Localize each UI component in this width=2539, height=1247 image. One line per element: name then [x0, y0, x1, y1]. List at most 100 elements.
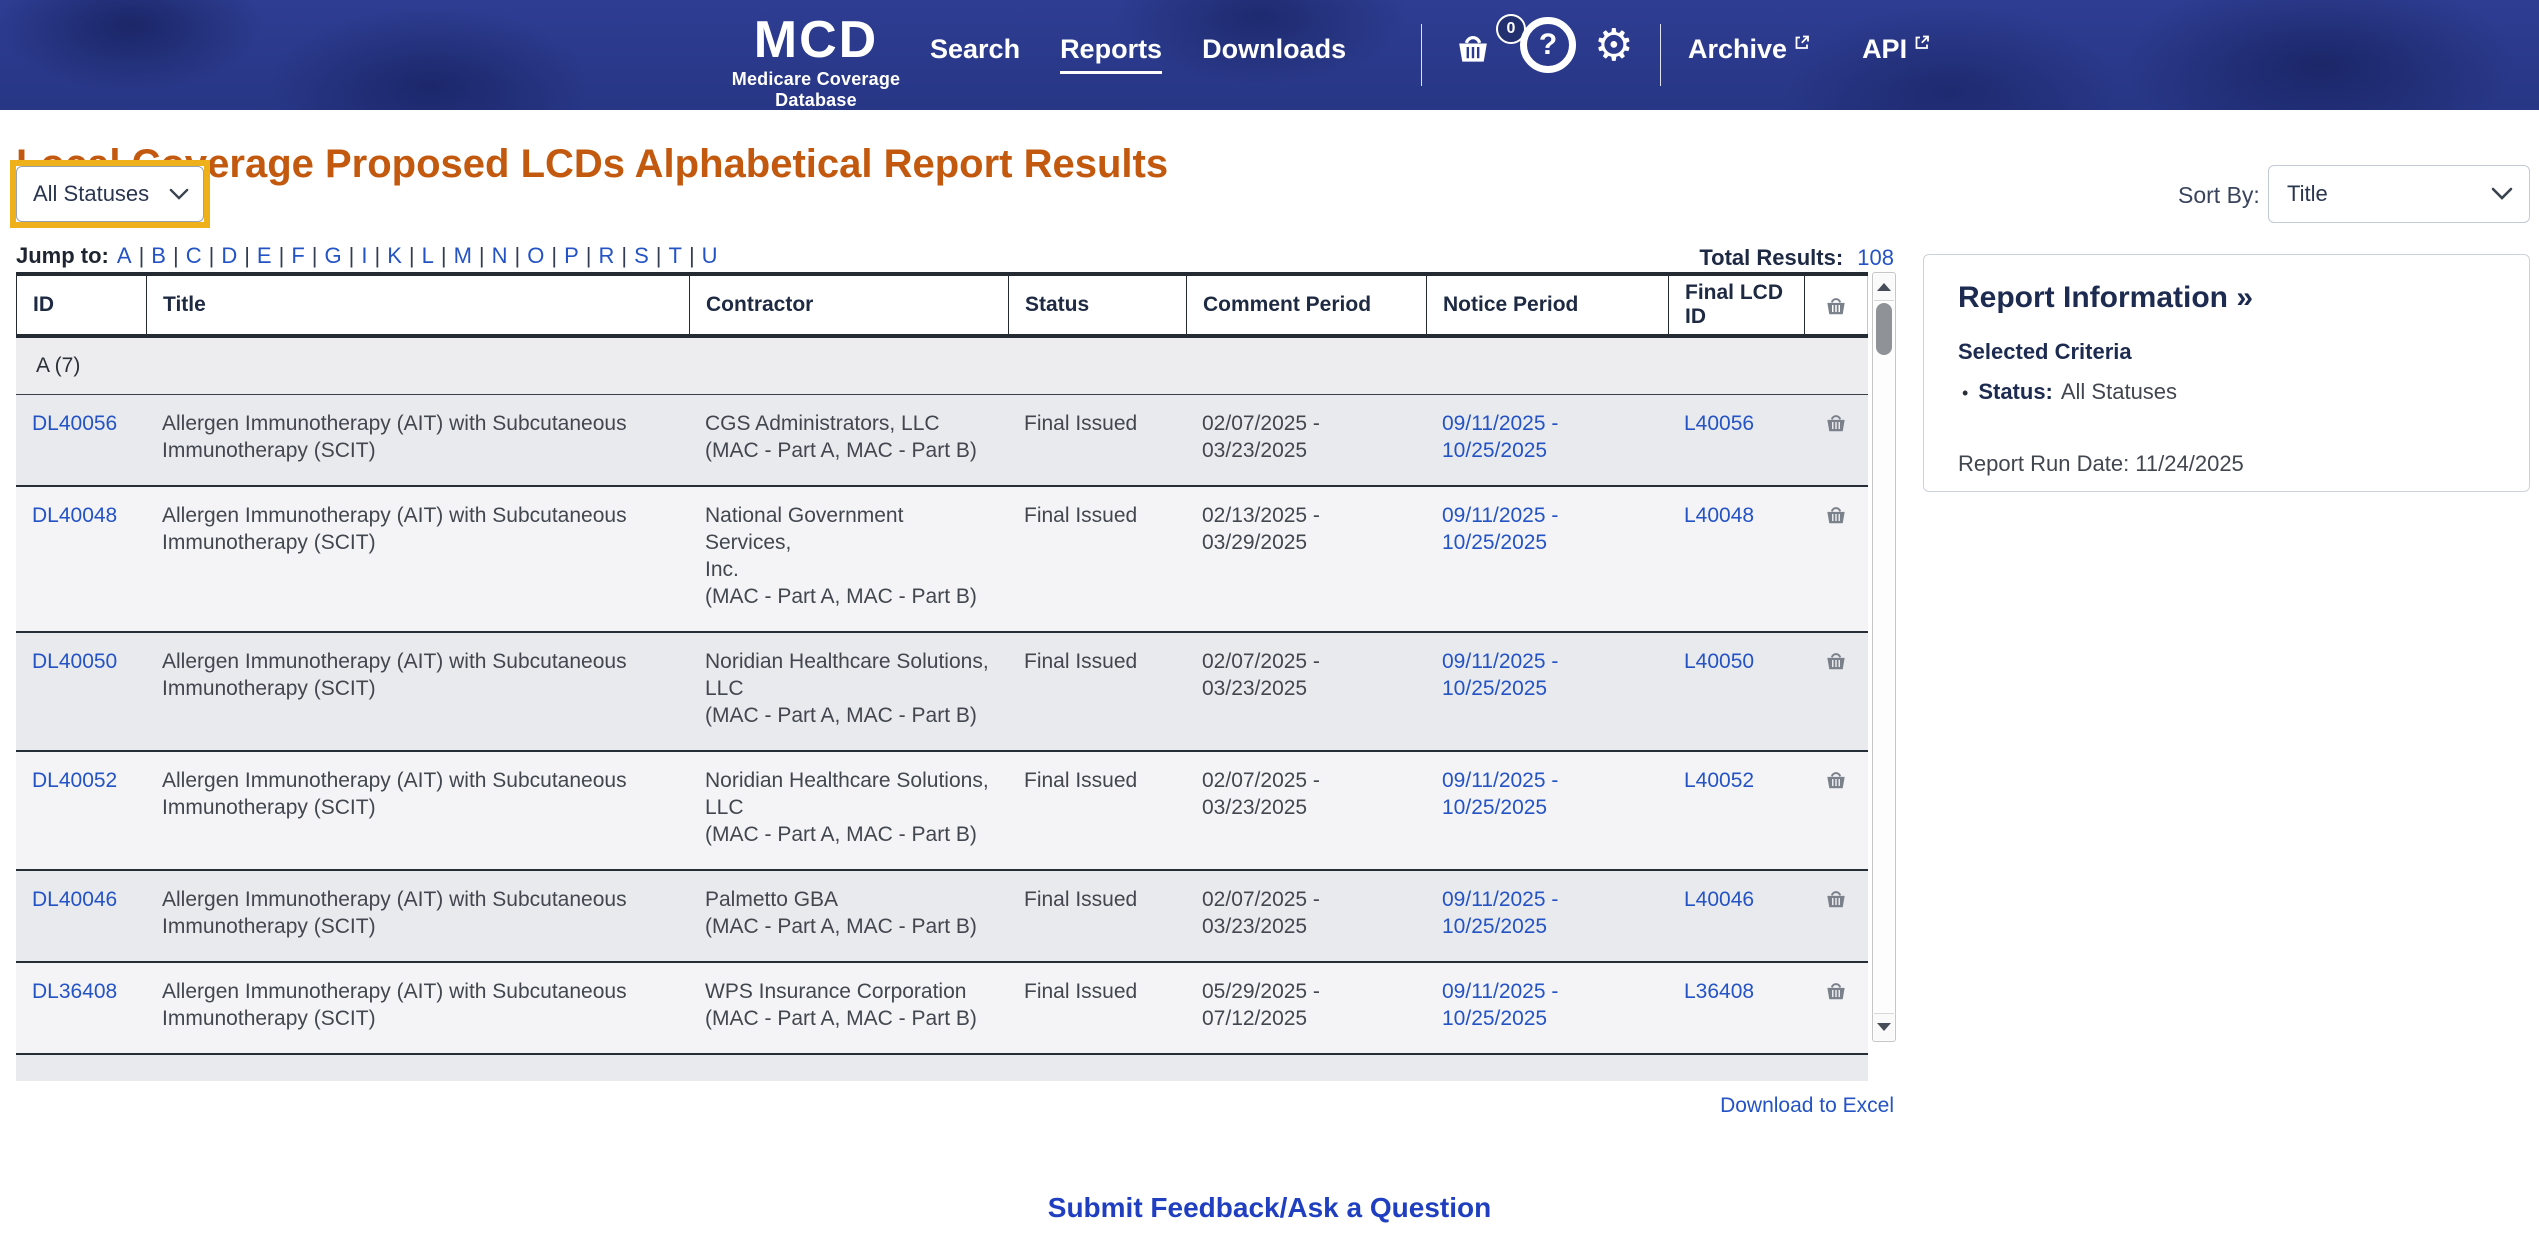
- report-run-date: Report Run Date: 11/24/2025: [1958, 451, 2244, 476]
- final-lcd-id-link[interactable]: L40056: [1684, 412, 1754, 435]
- criteria-value: All Statuses: [2060, 379, 2178, 404]
- table-scrollbar[interactable]: [1872, 272, 1896, 1042]
- external-link-icon: [1795, 35, 1809, 49]
- proposed-lcd-id-link[interactable]: DL36408: [32, 980, 117, 1003]
- col-header-final-lcd-id[interactable]: Final LCD ID: [1668, 276, 1804, 334]
- jump-separator: |: [408, 243, 415, 268]
- add-to-basket-icon[interactable]: [1823, 767, 1849, 869]
- total-results: Total Results: 108: [1699, 245, 1894, 271]
- jump-separator: |: [311, 243, 318, 268]
- status-filter-select[interactable]: All Statuses: [16, 166, 204, 222]
- jump-letter-m[interactable]: M: [454, 243, 472, 268]
- final-lcd-id-link[interactable]: L40046: [1684, 888, 1754, 911]
- jump-separator: |: [244, 243, 250, 268]
- row-contractor-cell: Noridian Healthcare Solutions, LLC (MAC …: [705, 650, 989, 727]
- row-status-cell: Final Issued: [1024, 888, 1138, 911]
- table-row: DL40056 Allergen Immunotherapy (AIT) wit…: [16, 395, 1868, 487]
- notice-period-link[interactable]: 09/11/2025 - 10/25/2025: [1442, 412, 1558, 462]
- table-row: DL40052 Allergen Immunotherapy (AIT) wit…: [16, 752, 1868, 871]
- notice-period-link[interactable]: 09/11/2025 - 10/25/2025: [1442, 980, 1558, 1030]
- final-lcd-id-link[interactable]: L36408: [1684, 980, 1754, 1003]
- jump-separator: |: [621, 243, 628, 268]
- jump-letter-a[interactable]: A: [117, 243, 132, 268]
- report-information-heading[interactable]: Report Information »: [1958, 281, 2495, 315]
- final-lcd-id-link[interactable]: L40048: [1684, 504, 1754, 527]
- notice-period-link[interactable]: 09/11/2025 - 10/25/2025: [1442, 769, 1558, 819]
- help-icon[interactable]: ?: [1520, 17, 1576, 73]
- notice-period-link[interactable]: 09/11/2025 - 10/25/2025: [1442, 888, 1558, 938]
- sort-by-select[interactable]: Title: [2268, 165, 2530, 223]
- jump-separator: |: [585, 243, 592, 268]
- proposed-lcd-id-link[interactable]: DL40050: [32, 650, 117, 673]
- sort-by-value: Title: [2287, 181, 2328, 206]
- feedback-link-wrap: Submit Feedback/Ask a Question: [0, 1192, 2539, 1224]
- jump-letter-g[interactable]: G: [325, 243, 342, 268]
- col-header-notice-period[interactable]: Notice Period: [1426, 276, 1668, 334]
- jump-letter-l[interactable]: L: [422, 243, 434, 268]
- jump-letter-i[interactable]: I: [361, 243, 367, 268]
- row-title-cell: Allergen Immunotherapy (AIT) with Subcut…: [162, 769, 627, 819]
- add-to-basket-icon[interactable]: [1823, 410, 1849, 485]
- jump-letter-k[interactable]: K: [387, 243, 402, 268]
- jump-letter-b[interactable]: B: [151, 243, 166, 268]
- status-filter-highlight: All Statuses: [10, 160, 210, 228]
- jump-letter-u[interactable]: U: [702, 243, 718, 268]
- basket-icon[interactable]: [1452, 28, 1494, 66]
- row-final-lcd-cell: L40056: [1668, 395, 1804, 485]
- scrollbar-thumb[interactable]: [1876, 303, 1892, 355]
- nav-item-reports[interactable]: Reports: [1060, 34, 1163, 74]
- jump-letter-s[interactable]: S: [634, 243, 649, 268]
- nav-item-downloads[interactable]: Downloads: [1202, 34, 1346, 74]
- row-notice-period-cell: 09/11/2025 - 10/25/2025: [1426, 963, 1668, 1053]
- jump-letter-r[interactable]: R: [598, 243, 614, 268]
- jump-letter-f[interactable]: F: [291, 243, 304, 268]
- final-lcd-id-link[interactable]: L40052: [1684, 769, 1754, 792]
- row-id-cell: DL40056: [16, 395, 146, 485]
- jump-letter-e[interactable]: E: [257, 243, 272, 268]
- col-header-contractor[interactable]: Contractor: [689, 276, 1008, 334]
- col-header-status[interactable]: Status: [1008, 276, 1186, 334]
- final-lcd-id-link[interactable]: L40050: [1684, 650, 1754, 673]
- mcd-logo[interactable]: MCD Medicare Coverage Database: [700, 14, 932, 111]
- jump-letter-p[interactable]: P: [564, 243, 579, 268]
- api-link[interactable]: API: [1862, 34, 1930, 65]
- jump-letter-o[interactable]: O: [527, 243, 544, 268]
- proposed-lcd-id-link[interactable]: DL40048: [32, 504, 117, 527]
- row-notice-period-cell: 09/11/2025 - 10/25/2025: [1426, 752, 1668, 869]
- scroll-up-button[interactable]: [1874, 274, 1894, 301]
- add-to-basket-icon[interactable]: [1823, 978, 1849, 1053]
- proposed-lcd-id-link[interactable]: DL40052: [32, 769, 117, 792]
- jump-letter-t[interactable]: T: [668, 243, 681, 268]
- add-to-basket-icon[interactable]: [1823, 648, 1849, 750]
- col-header-title[interactable]: Title: [146, 276, 689, 334]
- jump-letter-c[interactable]: C: [186, 243, 202, 268]
- jump-to-label: Jump to:: [16, 243, 109, 268]
- nav-item-search[interactable]: Search: [930, 34, 1020, 74]
- jump-letter-n[interactable]: N: [492, 243, 508, 268]
- archive-link[interactable]: Archive: [1688, 34, 1810, 65]
- submit-feedback-link[interactable]: Submit Feedback/Ask a Question: [1048, 1192, 1491, 1223]
- add-to-basket-icon[interactable]: [1823, 886, 1849, 961]
- table-row: DL36408 Allergen Immunotherapy (AIT) wit…: [16, 963, 1868, 1055]
- proposed-lcd-id-link[interactable]: DL40046: [32, 888, 117, 911]
- notice-period-link[interactable]: 09/11/2025 - 10/25/2025: [1442, 650, 1558, 700]
- row-contractor-cell: CGS Administrators, LLC (MAC - Part A, M…: [705, 412, 977, 462]
- row-status-cell: Final Issued: [1024, 504, 1138, 527]
- jump-separator: |: [440, 243, 447, 268]
- col-header-comment-period[interactable]: Comment Period: [1186, 276, 1426, 334]
- row-comment-period-cell: 02/07/2025 - 03/23/2025: [1202, 412, 1320, 462]
- external-link-icon: [1915, 35, 1929, 49]
- row-comment-period-cell: 02/07/2025 - 03/23/2025: [1202, 769, 1320, 819]
- col-header-id[interactable]: ID: [16, 276, 146, 334]
- proposed-lcd-id-link[interactable]: DL40056: [32, 412, 117, 435]
- row-comment-period-cell: 02/07/2025 - 03/23/2025: [1202, 650, 1320, 700]
- api-link-label: API: [1862, 34, 1908, 64]
- add-to-basket-icon[interactable]: [1823, 502, 1849, 631]
- header-external-links: Archive API: [1688, 34, 1930, 65]
- download-to-excel-link[interactable]: Download to Excel: [1720, 1094, 1894, 1118]
- report-information-panel: Report Information » Selected Criteria •…: [1923, 254, 2530, 492]
- jump-letter-d[interactable]: D: [221, 243, 237, 268]
- notice-period-link[interactable]: 09/11/2025 - 10/25/2025: [1442, 504, 1558, 554]
- scroll-down-button[interactable]: [1874, 1013, 1894, 1040]
- gear-icon[interactable]: ⚙: [1594, 24, 1633, 68]
